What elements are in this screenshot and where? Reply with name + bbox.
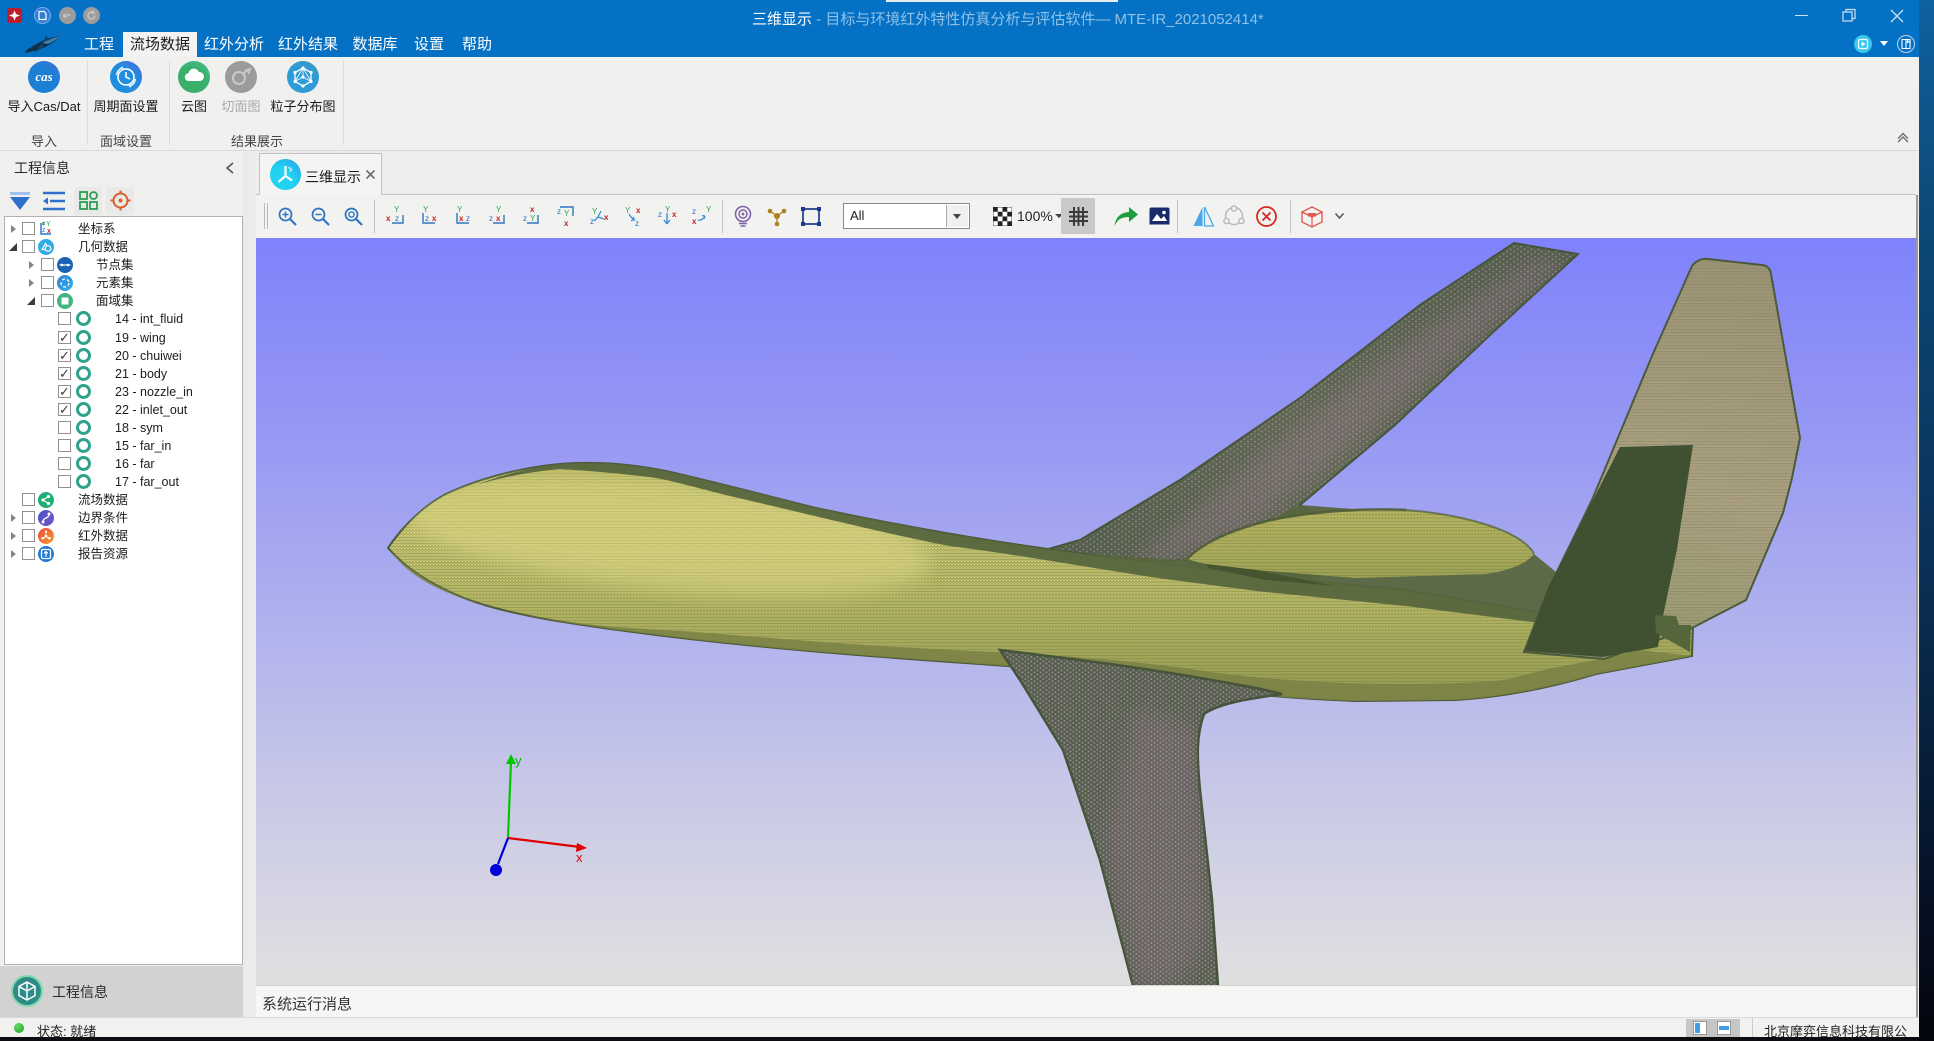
svg-text:Y: Y (665, 205, 671, 214)
svg-text:Y: Y (46, 221, 51, 228)
svg-text:Y: Y (625, 206, 631, 215)
svg-text:x: x (692, 217, 697, 226)
svg-text:Y: Y (496, 205, 502, 214)
svg-text:Y: Y (592, 207, 598, 216)
svg-text:z: z (635, 219, 639, 228)
svg-text:Y: Y (423, 205, 429, 214)
svg-text:x: x (530, 205, 535, 214)
svg-text:x: x (386, 214, 391, 223)
svg-text:z: z (395, 214, 399, 223)
svg-text:Y: Y (564, 209, 570, 218)
svg-text:x: x (496, 214, 501, 223)
svg-text:x: x (459, 214, 464, 223)
svg-text:z: z (42, 227, 46, 234)
svg-text:y: y (515, 753, 522, 768)
svg-text:x: x (636, 206, 641, 215)
svg-text:x: x (564, 219, 569, 228)
svg-text:z: z (489, 214, 493, 223)
svg-text:x: x (604, 213, 609, 222)
svg-text:x: x (672, 210, 677, 219)
svg-text:x: x (47, 228, 51, 235)
svg-text:z: z (466, 214, 470, 223)
svg-text:z: z (557, 207, 561, 216)
svg-text:z: z (425, 214, 429, 223)
svg-text:z: z (590, 217, 594, 226)
svg-text:x: x (576, 850, 583, 865)
svg-text:z: z (523, 214, 527, 223)
svg-text:z: z (692, 207, 696, 216)
svg-text:z: z (658, 210, 662, 219)
svg-text:Y: Y (457, 205, 463, 214)
svg-text:x: x (432, 214, 437, 223)
svg-text:Y: Y (530, 214, 536, 223)
svg-text:Y: Y (394, 205, 400, 214)
svg-text:Y: Y (706, 205, 712, 214)
